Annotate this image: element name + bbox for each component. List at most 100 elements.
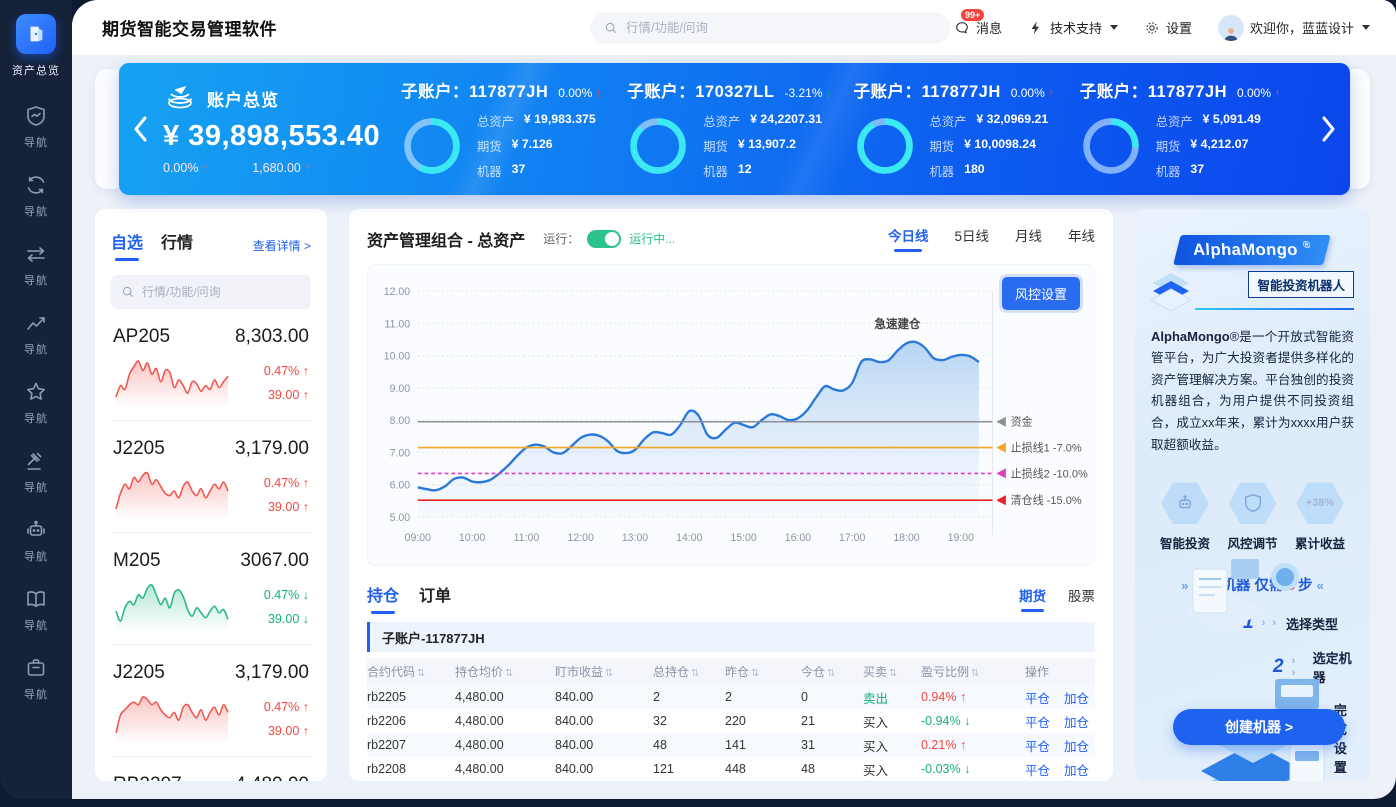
sparkline-chart bbox=[115, 360, 229, 408]
up-arrow-icon: ↑ bbox=[201, 161, 209, 175]
svg-text:12.00: 12.00 bbox=[384, 286, 410, 298]
user-menu[interactable]: 欢迎你，蓝蓝设计 bbox=[1217, 14, 1370, 41]
donut-chart bbox=[856, 118, 913, 174]
tab-futures[interactable]: 期货 bbox=[1019, 585, 1046, 612]
up-arrow-icon: ↑ bbox=[304, 161, 311, 175]
message-badge: 99+ bbox=[960, 9, 985, 21]
gear-icon bbox=[1146, 21, 1158, 34]
sidebar-item-6[interactable]: 导航 bbox=[24, 449, 48, 495]
tab-quotes[interactable]: 行情 bbox=[161, 229, 193, 261]
tab-stocks[interactable]: 股票 bbox=[1068, 585, 1095, 612]
sidebar-item-3[interactable]: 导航 bbox=[24, 242, 48, 288]
app-window: 资产总览 导航 导航 导航 导航 导航 导航 导航 导航 导航 期货智能交易管理… bbox=[0, 0, 1396, 799]
global-search[interactable] bbox=[590, 11, 950, 44]
sparkline-chart bbox=[115, 583, 229, 632]
watchlist-item[interactable]: M205 3067.00 0.47% ↓ 39.00 ↓ bbox=[111, 533, 311, 645]
sidebar-item-8[interactable]: 导航 bbox=[24, 587, 48, 633]
sort-icon: ⇅ bbox=[827, 668, 836, 679]
search-icon bbox=[605, 22, 617, 33]
tab-positions[interactable]: 持仓 bbox=[367, 582, 399, 614]
trend-arrow-icon: ↑ bbox=[959, 690, 967, 704]
asset-chart: 风控设置 12.00 11.00 10.00 9.00 8.00 7.00 6.00 5.00… bbox=[367, 264, 1095, 566]
risk-settings-button[interactable]: 风控设置 bbox=[1001, 277, 1080, 310]
sidebar-item-asset-overview[interactable]: 资产总览 bbox=[12, 14, 60, 78]
sidebar-active-label: 资产总览 bbox=[12, 65, 60, 77]
top-header: 期货智能交易管理软件 99+ 消息 技术支持 设置 bbox=[72, 0, 1396, 55]
sidebar-item-4[interactable]: 导航 bbox=[24, 311, 48, 357]
subaccount-card[interactable]: 子账户：117877JH 0.00% ↑ 总资产 ¥ 32,0969.21 期货 ¥… bbox=[854, 78, 1080, 180]
svg-text:09:00: 09:00 bbox=[405, 532, 431, 544]
create-robot-button[interactable]: 创建机器 > bbox=[1173, 709, 1345, 745]
tab-favorites[interactable]: 自选 bbox=[111, 229, 143, 261]
feature-risk-control: 风控调节 bbox=[1221, 482, 1285, 552]
close-position-link[interactable]: 平仓 bbox=[1025, 712, 1050, 731]
tab-orders[interactable]: 订单 bbox=[419, 582, 451, 614]
trend-arrow-icon: ↑ bbox=[959, 738, 967, 752]
watchlist-search[interactable] bbox=[111, 275, 311, 309]
view-details-link[interactable]: 查看详情 > bbox=[253, 237, 311, 254]
trend-arrow-icon: ↓ bbox=[964, 762, 971, 776]
account-carousel: 账户总览 ¥ 39,898,553.40 0.00% ↑ 1,680.00 ↑ … bbox=[95, 63, 1370, 195]
tab-5day-line[interactable]: 5日线 bbox=[954, 225, 989, 252]
settings-button[interactable]: 设置 bbox=[1144, 18, 1192, 37]
divider bbox=[1195, 307, 1354, 310]
sort-icon: ⇅ bbox=[605, 668, 614, 679]
add-position-link[interactable]: 加仓 bbox=[1064, 760, 1089, 779]
add-position-link[interactable]: 加仓 bbox=[1064, 688, 1089, 707]
sidebar-item-5[interactable]: 导航 bbox=[24, 380, 48, 426]
trend-arrow-icon: ↓ bbox=[302, 612, 309, 626]
sparkline-chart bbox=[115, 471, 229, 520]
svg-text:11:00: 11:00 bbox=[514, 532, 540, 544]
sync-icon bbox=[27, 176, 45, 194]
svg-text:7.00: 7.00 bbox=[390, 447, 411, 459]
trend-arrow-icon: ↑ bbox=[302, 388, 309, 402]
sidebar: 资产总览 导航 导航 导航 导航 导航 导航 导航 导航 导航 bbox=[0, 0, 72, 799]
shield-icon bbox=[1244, 494, 1261, 513]
trend-arrow-icon: ↓ bbox=[302, 588, 309, 602]
subaccount-card[interactable]: 子账户：117877JH 0.00% ↑ 总资产 ¥ 19,983.375 期货 ¥… bbox=[401, 78, 627, 180]
total-assets-value: ¥ 39,898,553.40 bbox=[163, 120, 381, 152]
watchlist-item[interactable]: J2205 3,179.00 0.47% ↑ 39.00 ↑ bbox=[111, 421, 311, 533]
watchlist-item[interactable]: J2205 3,179.00 0.47% ↑ 39.00 ↑ bbox=[111, 645, 311, 757]
trend-icon bbox=[27, 317, 45, 330]
subaccount-card[interactable]: 子账户：170327LL -3.21% ↓ 总资产 ¥ 24,2207.31 期货… bbox=[627, 78, 853, 180]
watchlist-search-input[interactable] bbox=[142, 285, 292, 299]
support-menu[interactable]: 技术支持 bbox=[1028, 18, 1118, 37]
watchlist-item-partial[interactable]: RB22074,480.00 bbox=[111, 757, 311, 781]
search-input[interactable] bbox=[626, 20, 926, 35]
step-1: 1 › › 选择类型 bbox=[1243, 612, 1338, 634]
app-title: 期货智能交易管理软件 bbox=[102, 20, 277, 39]
feature-smart-invest: 智能投资 bbox=[1153, 482, 1217, 552]
asset-overview-icon[interactable] bbox=[16, 14, 56, 54]
tab-month-line[interactable]: 月线 bbox=[1015, 225, 1042, 252]
close-position-link[interactable]: 平仓 bbox=[1025, 736, 1050, 755]
carousel-next-button[interactable] bbox=[1306, 114, 1350, 144]
sidebar-item-7[interactable]: 导航 bbox=[24, 518, 48, 564]
coins-icon bbox=[168, 85, 192, 109]
subaccount-card[interactable]: 子账户：117877JH 0.00% ↑ 总资产 ¥ 5,091.49 期货 ¥ 4… bbox=[1080, 78, 1306, 180]
promo-tagline: 智能投资机器人 bbox=[1248, 270, 1354, 298]
run-toggle[interactable] bbox=[587, 229, 622, 248]
main-area: 期货智能交易管理软件 99+ 消息 技术支持 设置 bbox=[72, 0, 1396, 799]
sidebar-item-1[interactable]: 导航 bbox=[24, 104, 48, 150]
close-position-link[interactable]: 平仓 bbox=[1025, 760, 1050, 779]
add-position-link[interactable]: 加仓 bbox=[1064, 736, 1089, 755]
svg-text:16:00: 16:00 bbox=[785, 532, 811, 544]
cube-logo-icon bbox=[1145, 271, 1197, 324]
donut-chart bbox=[630, 118, 686, 174]
subaccount-bar: 子账户-117877JH bbox=[367, 622, 1095, 652]
sidebar-item-9[interactable]: 导航 bbox=[24, 656, 48, 702]
carousel-prev-button[interactable] bbox=[119, 114, 163, 144]
sidebar-item-2[interactable]: 导航 bbox=[24, 173, 48, 219]
table-header: 合约代码 ⇅ 持仓均价 ⇅ 盯市收益 ⇅ 总持仓 ⇅ 昨仓 ⇅ 今仓 ⇅ 买卖 ⇅ 盈亏比例 ⇅… bbox=[367, 658, 1095, 685]
tab-year-line[interactable]: 年线 bbox=[1068, 225, 1095, 252]
watchlist-item[interactable]: AP205 8,303.00 0.47% ↑ 39.00 ↑ bbox=[111, 309, 311, 421]
close-position-link[interactable]: 平仓 bbox=[1025, 688, 1050, 707]
add-position-link[interactable]: 加仓 bbox=[1064, 712, 1089, 731]
tab-today-line[interactable]: 今日线 bbox=[888, 225, 928, 252]
messages-button[interactable]: 99+ 消息 bbox=[954, 9, 1002, 37]
star-icon bbox=[27, 382, 45, 400]
table-row: rb2207 4,480.00 840.00 48 141 31 买入 0.21% ↑ … bbox=[367, 733, 1095, 757]
total-change-pct: 0.00% ↑ bbox=[163, 161, 209, 175]
gavel-icon bbox=[27, 452, 42, 470]
